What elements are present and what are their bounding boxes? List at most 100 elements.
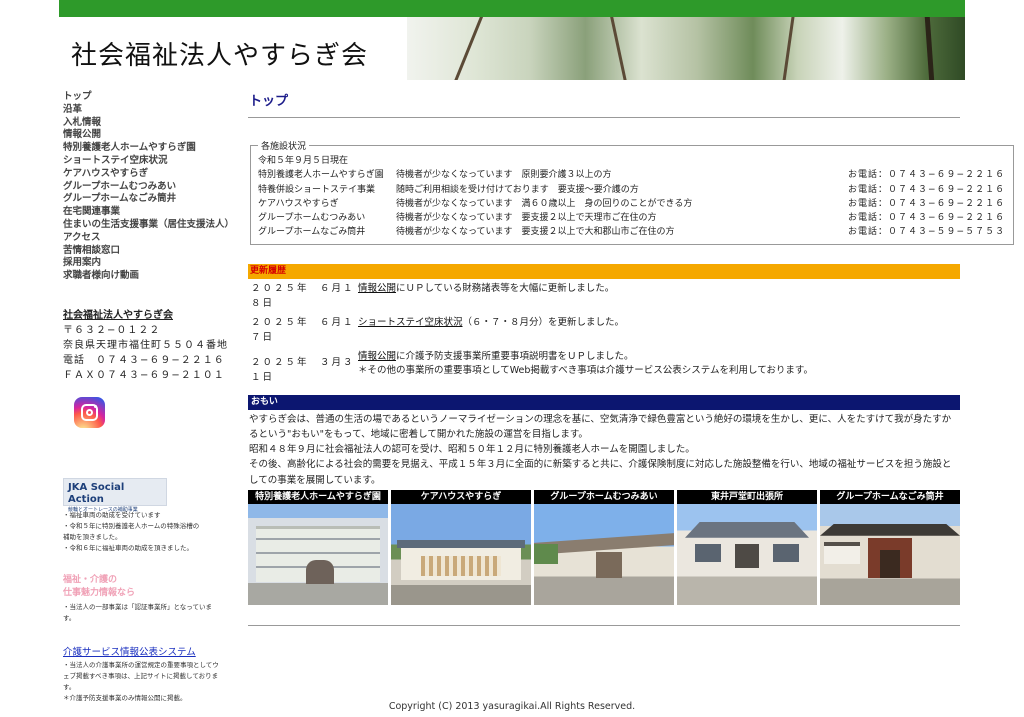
update-link[interactable]: 情報公開: [358, 283, 396, 294]
nav-nursing-home[interactable]: 特別養護老人ホームやすらぎ園: [63, 142, 233, 155]
omoi-paragraph: やすらぎ会は、普通の生活の場であるというノーマライゼーションの理念を基に、空気清…: [249, 413, 952, 440]
facility-status: 待機者が少なくなっています 要支援２以上で天理市ご在住の方: [396, 213, 657, 224]
facility-phone: お電話：０７４３−６９−２２１６: [848, 170, 1006, 181]
nav-gh-nagomi[interactable]: グループホームなごみ筒井: [63, 193, 233, 206]
photo-label: グループホームむつみあい: [534, 489, 674, 504]
update-row: ２０２５年 ６月１７日 ショートステイ空床状況（６・７・８月分）を更新しました。: [248, 315, 960, 345]
copyright: Copyright (C) 2013 yasuragikai.All Right…: [388, 701, 636, 712]
facility-row: ケアハウスやすらぎ 待機者が少なくなっています 満６０歳以上 身の回りのことがで…: [258, 197, 1005, 211]
photo-card[interactable]: ケアハウスやすらぎ: [391, 489, 531, 605]
sidebar-nav: トップ 沿革 入札情報 情報公開 特別養護老人ホームやすらぎ園 ショートステイ空…: [63, 91, 234, 283]
photo-card[interactable]: グループホームなごみ筒井: [820, 489, 960, 605]
header-forest-image: [407, 17, 965, 80]
org-zip: 〒６３２−０１２２: [63, 324, 161, 336]
nav-recruit[interactable]: 採用案内: [63, 257, 233, 270]
photo-card[interactable]: グループホームむつみあい: [534, 489, 674, 605]
org-name: 社会福祉法人やすらぎ会: [63, 309, 173, 321]
facility-name: ケアハウスやすらぎ: [258, 198, 339, 209]
nav-bidding[interactable]: 入札情報: [63, 117, 233, 130]
facility-photos: 特別養護老人ホームやすらぎ園 ケアハウスやすらぎ グループホームむつみあい 東井…: [248, 489, 960, 605]
update-link[interactable]: 情報公開: [358, 351, 396, 362]
nav-disclosure[interactable]: 情報公開: [63, 129, 233, 142]
nav-access[interactable]: アクセス: [63, 232, 233, 245]
nav-recruit-video[interactable]: 求職者様向け動画: [63, 270, 233, 283]
gh-nagomi-photo[interactable]: [820, 503, 960, 605]
update-text: （６・７・８月分）を更新しました。: [462, 316, 625, 328]
nursing-home-photo[interactable]: [248, 503, 388, 605]
site-header: 社会福祉法人やすらぎ会: [59, 17, 965, 80]
update-date: ２０２５年 ３月３１日: [251, 356, 355, 383]
recruit-note: ・当法人の一部事業は「認証事業所」となっています。: [63, 602, 212, 622]
facility-name: グループホームむつみあい: [258, 213, 366, 224]
omoi-paragraph: 昭和４８年９月に社会福祉法人の認可を受け、昭和５０年１２月に特別養護老人ホームを…: [249, 444, 695, 456]
kaigo-info-link[interactable]: 介護サービス情報公表システム: [63, 646, 233, 660]
divider: [248, 624, 960, 626]
facility-row: グループホームなごみ筒井 待機者が少なくなっています 要支援２以上で大和郡山市ご…: [258, 225, 1005, 239]
update-row: ２０２５年 ６月１８日 情報公開にＵＰしている財務諸表等を大幅に更新しました。: [248, 281, 960, 311]
facility-name: 特養併設ショートステイ事業: [258, 184, 376, 195]
facility-status: 待機者が少なくなっています 原則要介護３以上の方: [396, 170, 612, 181]
update-date: ２０２５年 ６月１８日: [251, 282, 355, 309]
facility-row: グループホームむつみあい 待機者が少なくなっています 要支援２以上で天理市ご在住…: [258, 211, 1005, 225]
update-row: ２０２５年 ３月３１日 情報公開に介護予防支援事業所重要事項説明書をＵＰしました…: [248, 349, 960, 385]
kaigo-note: ・当法人の介護事業所の運営規定の重要事項としてウェブ掲載すべき事項は、上記サイト…: [63, 660, 219, 691]
omoi-paragraph: その後、高齢化による社会的需要を見据え、平成１５年３月に全面的に新築すると共に、…: [249, 459, 952, 486]
facility-phone: お電話：０７４３−６９−２２１６: [848, 198, 1006, 209]
facility-name: 特別養護老人ホームやすらぎ園: [258, 170, 384, 181]
facility-status: 随時ご利用相談を受け付けております 要支援〜要介護の方: [396, 184, 639, 195]
instagram-icon[interactable]: [74, 396, 105, 428]
nav-history[interactable]: 沿革: [63, 104, 233, 117]
page-title: トップ: [249, 94, 289, 109]
update-note: ＊その他の事業所の重要事項としてWeb掲載すべき事項は介護サービス公表システムを…: [358, 364, 813, 376]
main-content: トップ 各施設状況 令和５年９月５日現在 特別養護老人ホームやすらぎ園 待機者が…: [248, 92, 1015, 626]
recruit-banner[interactable]: 福祉・介護の 仕事魅力情報なら: [63, 574, 233, 600]
divider: [248, 117, 960, 118]
photo-label: 東井戸堂町出張所: [677, 489, 817, 504]
nav-complaints[interactable]: 苦情相談窓口: [63, 245, 233, 258]
photo-label: 特別養護老人ホームやすらぎ園: [248, 489, 388, 504]
nav-top[interactable]: トップ: [63, 91, 233, 104]
nav-home-services[interactable]: 在宅関連事業: [63, 206, 233, 219]
nav-housing-support[interactable]: 住まいの生活支援事業（居住支援法人）: [63, 219, 234, 232]
update-text: にＵＰしている財務諸表等を大幅に更新しました。: [396, 282, 615, 294]
facility-phone: お電話：０７４３−６９−２２１６: [848, 184, 1006, 195]
photo-card[interactable]: 特別養護老人ホームやすらぎ園: [248, 489, 388, 605]
top-green-bar: [59, 0, 965, 17]
facility-status: 待機者が少なくなっています 満６０歳以上 身の回りのことができる方: [396, 198, 693, 209]
nav-care-house[interactable]: ケアハウスやすらぎ: [63, 168, 233, 181]
facility-status-box: 各施設状況 令和５年９月５日現在 特別養護老人ホームやすらぎ園 待機者が少なくな…: [250, 139, 1015, 245]
photo-label: グループホームなごみ筒井: [820, 489, 960, 504]
org-address: 奈良県天理市福住町５５０４番地: [63, 339, 228, 351]
facility-phone: お電話：０７４３−５９−５７５３: [848, 227, 1006, 238]
site-title[interactable]: 社会福祉法人やすらぎ会: [71, 35, 368, 72]
updates-header: 更新履歴: [248, 263, 960, 279]
jka-banner[interactable]: JKA Social Action 競輪とオートレースの補助事業: [63, 477, 167, 513]
jka-note: ・福祉車両の助成を受けています: [63, 510, 161, 519]
photo-label: ケアハウスやすらぎ: [391, 489, 531, 504]
photo-card[interactable]: 東井戸堂町出張所: [677, 489, 817, 605]
org-fax: ＦＡＸ０７４３−６９−２１０１: [63, 369, 225, 381]
facility-phone: お電話：０７４３−６９−２２１６: [848, 213, 1006, 224]
nav-gh-mutsumiai[interactable]: グループホームむつみあい: [63, 181, 233, 194]
recruit-banner-line: 福祉・介護の: [63, 574, 118, 585]
jka-title: JKA Social Action: [68, 481, 125, 505]
facility-status-legend: 各施設状況: [261, 142, 307, 152]
facility-name: グループホームなごみ筒井: [258, 227, 366, 238]
recruit-banner-line: 仕事魅力情報なら: [63, 587, 136, 598]
facility-status-date: 令和５年９月５日現在: [258, 156, 349, 166]
omoi-header: おもい: [248, 394, 960, 410]
omoi-text: やすらぎ会は、普通の生活の場であるというノーマライゼーションの理念を基に、空気清…: [248, 412, 960, 488]
facility-status: 待機者が少なくなっています 要支援２以上で大和郡山市ご在住の方: [396, 227, 675, 238]
gh-mutsumiai-photo[interactable]: [534, 503, 674, 605]
sidebar: トップ 沿革 入札情報 情報公開 特別養護老人ホームやすらぎ園 ショートステイ空…: [63, 91, 234, 704]
facility-row: 特養併設ショートステイ事業 随時ご利用相談を受け付けております 要支援〜要介護の…: [258, 183, 1005, 197]
care-house-photo[interactable]: [391, 503, 531, 605]
update-link[interactable]: ショートステイ空床状況: [358, 317, 463, 328]
jka-note: ・令和６年に福祉車両の助成を頂きました。: [63, 543, 193, 552]
nav-short-stay[interactable]: ショートステイ空床状況: [63, 155, 233, 168]
facility-row: 特別養護老人ホームやすらぎ園 待機者が少なくなっています 原則要介護３以上の方 …: [258, 168, 1005, 182]
jka-note: ・令和５年に特別養護老人ホームの特殊浴槽の補助を頂きました。: [63, 521, 200, 541]
org-tel: 電話 ０７４３−６９−２２１６: [63, 354, 225, 366]
update-date: ２０２５年 ６月１７日: [251, 316, 355, 343]
higashi-idodo-office-photo[interactable]: [677, 503, 817, 605]
